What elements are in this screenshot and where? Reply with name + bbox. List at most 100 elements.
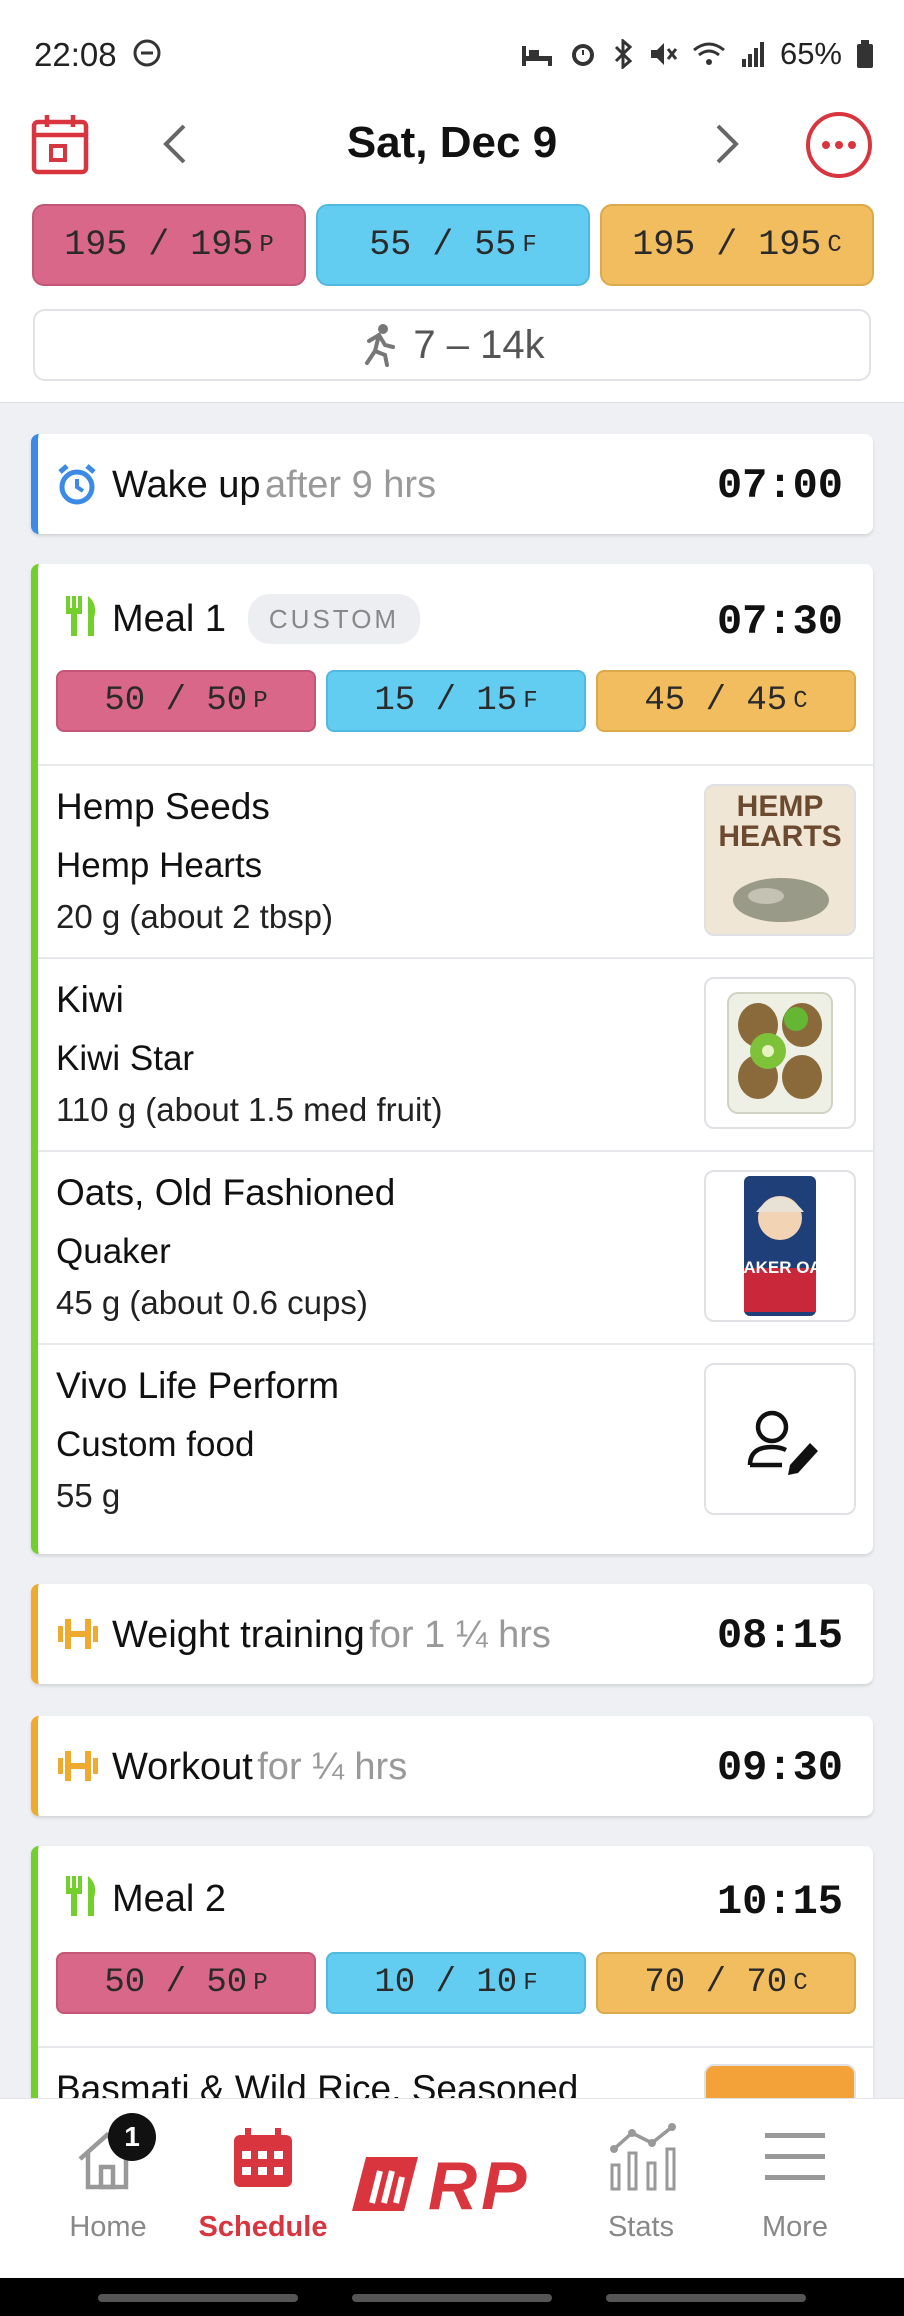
food-brand: Hemp Hearts <box>56 846 263 885</box>
meal-1-carbs-value: 45 / 45 <box>644 682 788 720</box>
day-protein-target[interactable]: 195 / 195 P <box>32 204 306 286</box>
weight-training-time[interactable]: 08:15 <box>717 1612 843 1660</box>
weight-training-label: Weight training for 1 ¼ hrs <box>112 1614 551 1657</box>
meal-1-card[interactable]: Meal 1 CUSTOM 07:30 50 / 50 P 15 / 15 F 45… <box>31 564 873 1554</box>
carbs-value: 195 / 195 <box>632 225 822 265</box>
workout-time[interactable]: 09:30 <box>717 1744 843 1792</box>
meal-1-carbs[interactable]: 45 / 45 C <box>596 670 856 732</box>
battery-percent: 65% <box>779 36 842 71</box>
hamburger-menu-icon <box>765 2133 825 2180</box>
status-icons: 65% <box>520 36 874 72</box>
food-name: Vivo Life Perform <box>56 1365 340 1406</box>
bed-icon <box>521 46 552 66</box>
system-nav-recents[interactable] <box>98 2294 298 2302</box>
food-brand: Custom food <box>56 1425 255 1464</box>
workout-card[interactable]: Workout for ¼ hrs 09:30 <box>31 1716 873 1816</box>
meal-1-fat-value: 15 / 15 <box>374 682 518 720</box>
stats-icon <box>610 2123 676 2191</box>
food-row[interactable]: Vivo Life Perform Custom food 55 g <box>38 1343 873 1554</box>
day-carbs-target[interactable]: 195 / 195 C <box>600 204 874 286</box>
alarm-icon <box>571 44 594 66</box>
meal-2-protein-value: 50 / 50 <box>104 1964 248 2002</box>
quaker-oats-image[interactable]: QUAKER OATS <box>704 1170 856 1322</box>
protein-value: 195 / 195 <box>64 225 254 265</box>
rp-logo[interactable]: RP <box>352 2148 552 2224</box>
system-nav-back[interactable] <box>606 2294 806 2302</box>
meal-2-carbs-value: 70 / 70 <box>644 1964 788 2002</box>
food-amount: 20 g (about 2 tbsp) <box>56 898 334 935</box>
status-bar: 22:08 65% <box>0 0 904 100</box>
nav-home[interactable]: 1 Home <box>30 2099 186 2279</box>
food-row[interactable]: Kiwi Kiwi Star 110 g (about 1.5 med frui… <box>38 957 873 1152</box>
mute-icon <box>650 43 678 65</box>
meal-2-fat[interactable]: 10 / 10 F <box>326 1952 586 2014</box>
wake-up-label: Wake up after 9 hrs <box>112 464 436 507</box>
fork-knife-icon <box>64 594 100 643</box>
nav-more[interactable]: More <box>720 2099 870 2279</box>
weight-training-duration: for 1 ¼ hrs <box>369 1614 551 1656</box>
carbs-unit: C <box>827 231 842 259</box>
hemp-hearts-image[interactable]: HEMP HEARTS <box>704 784 856 936</box>
nav-stats[interactable]: Stats <box>566 2099 716 2279</box>
meal-2-title: Meal 2 <box>112 1878 227 1920</box>
rp-logo-icon <box>352 2157 418 2211</box>
food-name: Kiwi <box>56 979 124 1020</box>
kiwi-image[interactable] <box>704 977 856 1129</box>
protein-unit: P <box>253 687 268 715</box>
weight-training-card[interactable]: Weight training for 1 ¼ hrs 08:15 <box>31 1584 873 1684</box>
nav-schedule-label: Schedule <box>198 2211 328 2243</box>
day-fat-target[interactable]: 55 / 55 F <box>316 204 590 286</box>
chevron-right-icon[interactable] <box>712 122 742 166</box>
fork-knife-icon <box>64 1874 100 1923</box>
meal-2-protein[interactable]: 50 / 50 P <box>56 1952 316 2014</box>
wake-up-duration: after 9 hrs <box>265 464 437 506</box>
meal-1-time[interactable]: 07:30 <box>717 598 843 646</box>
hemp-hearts-thumb-text: HEMP HEARTS <box>718 790 842 853</box>
workout-duration: for ¼ hrs <box>257 1746 408 1788</box>
food-row[interactable]: Hemp Seeds Hemp Hearts 20 g (about 2 tbs… <box>38 764 873 959</box>
fat-unit: F <box>523 687 538 715</box>
meal-2-carbs[interactable]: 70 / 70 C <box>596 1952 856 2014</box>
steps-value: 7 – 14k <box>413 322 545 367</box>
sync-icon <box>132 38 162 73</box>
more-options-icon[interactable] <box>805 111 873 179</box>
fat-unit: F <box>522 231 537 259</box>
meal-2-time[interactable]: 10:15 <box>717 1878 843 1926</box>
custom-food-edit-icon[interactable] <box>704 1363 856 1515</box>
meal-1-title: Meal 1 <box>112 598 227 640</box>
meal-1-fat[interactable]: 15 / 15 F <box>326 670 586 732</box>
rp-logo-text: RP <box>428 2148 531 2224</box>
system-nav-home[interactable] <box>352 2294 552 2302</box>
meal-1-protein-value: 50 / 50 <box>104 682 248 720</box>
wake-up-time[interactable]: 07:00 <box>717 462 843 510</box>
nav-more-label: More <box>761 2211 829 2243</box>
food-row[interactable]: Oats, Old Fashioned Quaker 45 g (about 0… <box>38 1150 873 1345</box>
dumbbell-icon <box>56 1616 100 1657</box>
wifi-icon <box>693 42 725 65</box>
quaker-oats-thumb-text: QUAKER OATS <box>717 1258 843 1277</box>
wake-up-title: Wake up <box>112 464 261 506</box>
food-amount: 55 g <box>56 1477 121 1514</box>
nav-stats-label: Stats <box>607 2211 675 2243</box>
wake-up-card[interactable]: Wake up after 9 hrs 07:00 <box>31 434 873 534</box>
date-title[interactable]: Sat, Dec 9 <box>0 118 904 168</box>
food-brand: Quaker <box>56 1232 171 1271</box>
walking-icon <box>365 324 396 367</box>
signal-icon <box>741 42 764 67</box>
battery-icon <box>857 40 873 68</box>
custom-badge: CUSTOM <box>248 594 420 644</box>
steps-target[interactable]: 7 – 14k <box>33 309 871 381</box>
alarm-clock-icon <box>56 464 98 511</box>
carbs-unit: C <box>793 1969 808 1997</box>
nav-schedule[interactable]: Schedule <box>188 2099 338 2279</box>
carbs-unit: C <box>793 687 808 715</box>
calendar-grid-icon <box>234 2128 292 2187</box>
weight-training-title: Weight training <box>112 1614 365 1656</box>
dumbbell-icon <box>56 1748 100 1789</box>
fat-value: 55 / 55 <box>369 225 517 265</box>
workout-label: Workout for ¼ hrs <box>112 1746 407 1789</box>
food-amount: 110 g (about 1.5 med fruit) <box>56 1091 443 1128</box>
meal-1-protein[interactable]: 50 / 50 P <box>56 670 316 732</box>
bluetooth-icon <box>614 39 633 69</box>
bottom-nav: 1 Home Schedule RP Stats More <box>0 2098 904 2279</box>
